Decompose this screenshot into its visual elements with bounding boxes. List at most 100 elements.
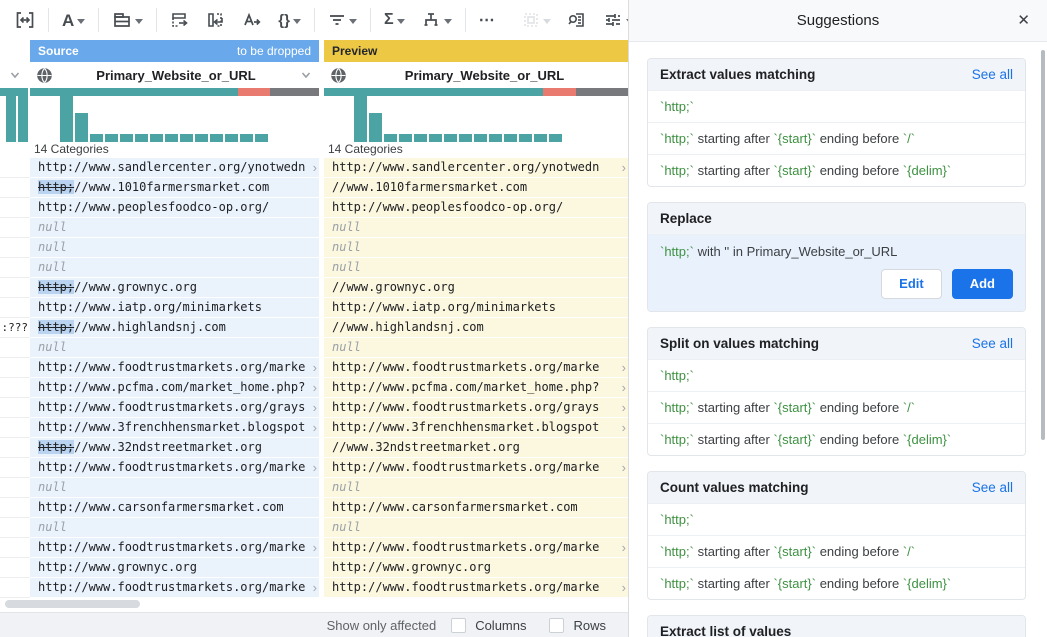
histogram-bar[interactable] (180, 134, 193, 142)
missing-values-segment[interactable] (270, 88, 319, 96)
histogram-bar[interactable] (165, 134, 178, 142)
suggestion-item[interactable]: `http;` starting after `{start}` ending … (648, 122, 1025, 154)
expand-cell-icon[interactable]: › (313, 358, 317, 377)
source-column-header[interactable]: Primary_Website_or_URL (30, 67, 319, 84)
histogram-bar[interactable] (489, 134, 502, 142)
matched-token-highlight[interactable]: http; (38, 280, 74, 294)
selection-mode-button[interactable] (519, 9, 554, 31)
preview-cell[interactable]: http://www.3frenchhensmarket.blogspot› (324, 418, 628, 438)
add-button[interactable]: Add (952, 269, 1013, 299)
expand-cell-icon[interactable]: › (622, 538, 626, 557)
expand-cell-icon[interactable]: › (313, 158, 317, 177)
nested-functions-button[interactable]: {} (275, 11, 304, 30)
rows-checkbox-label[interactable]: Rows (573, 618, 606, 633)
expand-cell-icon[interactable]: › (622, 378, 626, 397)
source-cell[interactable]: http://www.peoplesfoodco-op.org/ (30, 198, 319, 218)
source-cell[interactable]: http://www.carsonfarmersmarket.com (30, 498, 319, 518)
preview-cell[interactable]: null (324, 258, 628, 278)
rows-checkbox[interactable] (549, 618, 564, 633)
expand-cell-icon[interactable]: › (313, 538, 317, 557)
suggestion-item[interactable]: `http;` starting after `{start}` ending … (648, 423, 1025, 455)
source-cell[interactable]: http://www.3frenchhensmarket.blogspot› (30, 418, 319, 438)
expand-cell-icon[interactable]: › (622, 578, 626, 597)
expand-cell-icon[interactable]: › (313, 398, 317, 417)
source-cell[interactable]: http://www.iatp.org/minimarkets (30, 298, 319, 318)
valid-values-segment[interactable] (30, 88, 238, 96)
suggestion-item[interactable]: `http;` starting after `{start}` ending … (648, 391, 1025, 423)
suggestion-item[interactable]: `http;` starting after `{start}` ending … (648, 567, 1025, 599)
histogram-bar[interactable] (90, 134, 103, 142)
unnest-button[interactable] (167, 9, 193, 31)
source-cell[interactable]: http://www.foodtrustmarkets.org/marke› (30, 538, 319, 558)
horizontal-scrollbar-thumb[interactable] (5, 600, 140, 608)
horizontal-scrollbar[interactable] (0, 598, 628, 612)
valid-values-segment[interactable] (324, 88, 543, 96)
preview-cell[interactable]: http://www.foodtrustmarkets.org/marke› (324, 358, 628, 378)
source-cell[interactable]: http;//www.grownyc.org (30, 278, 319, 298)
preview-cell[interactable]: null (324, 238, 628, 258)
expand-cell-icon[interactable]: › (313, 418, 317, 437)
suggestion-item[interactable]: `http;` (648, 359, 1025, 391)
preview-cell[interactable]: http://www.iatp.org/minimarkets (324, 298, 628, 318)
selected-suggestion-item[interactable]: `http;` with '' in Primary_Website_or_UR… (648, 234, 1025, 311)
source-cell[interactable]: null (30, 518, 319, 538)
source-cell[interactable]: http://www.foodtrustmarkets.org/marke› (30, 578, 319, 598)
histogram-bar[interactable] (75, 113, 88, 142)
histogram-bar[interactable] (210, 134, 223, 142)
histogram-bar[interactable] (429, 134, 442, 142)
gutter-column-menu[interactable] (0, 68, 30, 82)
source-cell[interactable]: http;//www.1010farmersmarket.com (30, 178, 319, 198)
preview-cell[interactable]: http://www.pcfma.com/market_home.php?› (324, 378, 628, 398)
histogram-bar[interactable] (459, 134, 472, 142)
histogram-bar[interactable] (354, 96, 367, 142)
matched-token-highlight[interactable]: http; (38, 320, 74, 334)
source-cell[interactable]: null (30, 478, 319, 498)
source-cell[interactable]: http://www.grownyc.org (30, 558, 319, 578)
histogram-bar[interactable] (195, 134, 208, 142)
aggregate-button[interactable]: Σ (381, 10, 408, 30)
histogram-bar[interactable] (120, 134, 133, 142)
preview-column-header[interactable]: Primary_Website_or_URL (324, 67, 628, 84)
rename-extract-button[interactable] (239, 9, 265, 31)
histogram-bar[interactable] (384, 134, 397, 142)
source-cell[interactable]: null (30, 218, 319, 238)
histogram-bar[interactable] (255, 134, 268, 142)
chevron-down-icon[interactable] (299, 68, 313, 82)
source-cell[interactable]: http://www.sandlercenter.org/ynotwedn› (30, 158, 319, 178)
more-transforms-button[interactable]: ⋯ (476, 8, 499, 32)
see-all-link[interactable]: See all (972, 336, 1013, 351)
preview-cell[interactable]: null (324, 518, 628, 538)
source-cell[interactable]: http;//www.32ndstreetmarket.org (30, 438, 319, 458)
histogram-bar[interactable] (519, 134, 532, 142)
split-column-button[interactable] (203, 9, 229, 31)
matched-token-highlight[interactable]: http; (38, 180, 74, 194)
edit-button[interactable]: Edit (881, 269, 942, 299)
source-cell[interactable]: http://www.pcfma.com/market_home.php?› (30, 378, 319, 398)
source-cell[interactable]: http://www.foodtrustmarkets.org/marke› (30, 458, 319, 478)
filter-button[interactable] (325, 10, 360, 30)
suggestion-item[interactable]: `http;` (648, 503, 1025, 535)
source-cell[interactable]: http;//www.highlandsnj.com (30, 318, 319, 338)
suggestion-item[interactable]: `http;` (648, 90, 1025, 122)
expand-cell-icon[interactable]: › (622, 158, 626, 177)
columns-checkbox-label[interactable]: Columns (475, 618, 526, 633)
histogram-bar[interactable] (150, 134, 163, 142)
source-cell[interactable]: http://www.foodtrustmarkets.org/marke› (30, 358, 319, 378)
expand-cell-icon[interactable]: › (313, 458, 317, 477)
expand-cell-icon[interactable]: › (313, 578, 317, 597)
histogram-bar[interactable] (369, 113, 382, 142)
matched-token-highlight[interactable]: http; (38, 440, 74, 454)
histogram-bar[interactable] (549, 134, 562, 142)
structure-rows-button[interactable] (109, 9, 146, 31)
mismatched-values-segment[interactable] (238, 88, 270, 96)
histogram-bar[interactable] (399, 134, 412, 142)
preview-cell[interactable]: http://www.grownyc.org (324, 558, 628, 578)
find-in-data-button[interactable] (564, 9, 590, 31)
preview-cell[interactable]: http://www.foodtrustmarkets.org/grays› (324, 398, 628, 418)
format-functions-button[interactable]: A (59, 10, 88, 31)
histogram-bar[interactable] (474, 134, 487, 142)
source-cell[interactable]: null (30, 258, 319, 278)
histogram-bar[interactable] (240, 134, 253, 142)
expand-cell-icon[interactable]: › (622, 398, 626, 417)
close-icon[interactable]: ✕ (1017, 11, 1030, 31)
